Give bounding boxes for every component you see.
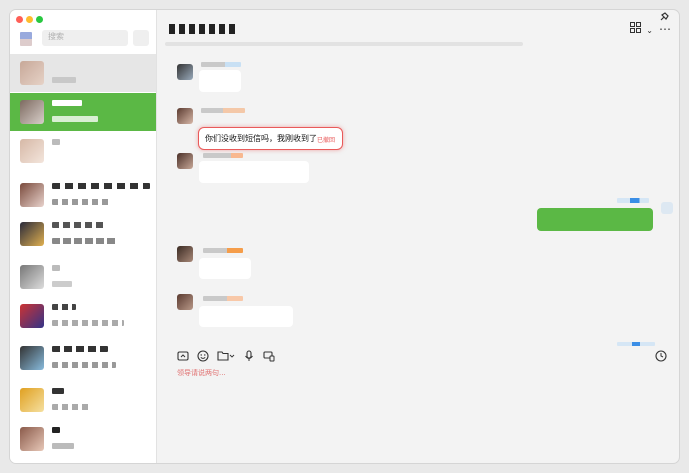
conversation-name [52,139,60,145]
sender-name [201,108,245,113]
sender-name [203,153,243,158]
mic-icon[interactable] [243,350,255,365]
conversation-preview [52,320,124,326]
search-placeholder: 搜索 [48,32,64,41]
message-input[interactable]: 领导请说两句... [177,368,226,378]
conversation-preview [52,362,116,368]
conversation-item[interactable] [10,54,156,92]
close-window-button[interactable] [16,16,23,23]
conversation-preview [52,443,74,449]
chat-panel: ⌄ ⋯ 你们没收到短信吗，我刚收到了 已撤回 领导请说两句... [157,10,679,463]
sender-name [201,62,241,67]
conversation-item[interactable] [10,420,156,458]
header-icons: ⌄ ⋯ [624,22,671,37]
avatar [20,265,44,289]
folder-icon[interactable] [177,350,189,365]
avatar[interactable] [177,108,193,124]
message-bubble[interactable] [199,70,241,92]
conversation-sidebar: 搜索 [10,10,157,463]
conversation-item[interactable] [10,215,156,253]
conversation-name [52,183,150,189]
avatar [20,183,44,207]
avatar [20,304,44,328]
conversation-item[interactable] [10,132,156,170]
avatar [20,100,44,124]
conversation-preview [52,238,118,244]
avatar [20,139,44,163]
input-toolbar [177,350,283,365]
conversation-name [52,427,60,433]
conversation-preview [52,199,112,205]
avatar[interactable] [177,246,193,262]
avatar[interactable] [177,64,193,80]
own-name [617,198,649,203]
avatar[interactable] [177,294,193,310]
read-receipt [617,342,655,346]
sender-name [203,296,243,301]
own-message-bubble[interactable] [537,208,653,231]
zoom-window-button[interactable] [36,16,43,23]
minimize-window-button[interactable] [26,16,33,23]
avatar [20,346,44,370]
conversation-item-selected[interactable] [10,93,156,131]
conversation-item[interactable] [10,339,156,377]
conversation-preview [52,404,92,410]
avatar [20,222,44,246]
add-chat-button[interactable] [133,30,149,46]
grid-icon[interactable] [630,22,645,37]
conversation-item[interactable] [10,381,156,419]
avatar [20,388,44,412]
conversation-name [52,265,60,271]
message-bubble[interactable] [199,258,251,279]
conversation-preview [52,281,72,287]
conversation-name [52,346,108,352]
conversation-name [52,100,82,106]
more-icon[interactable]: ⋯ [659,22,671,36]
search-input[interactable]: 搜索 [42,30,128,46]
file-icon[interactable] [217,350,235,365]
sender-name [203,248,243,253]
chat-subheader-bar [165,42,523,46]
message-bubble[interactable] [199,161,309,183]
emoji-icon[interactable] [197,350,209,365]
user-avatar[interactable] [20,32,32,46]
conversation-name [52,304,76,310]
conversation-name [52,222,106,228]
recalled-message-text: 你们没收到短信吗，我刚收到了 [205,134,317,143]
conversation-item[interactable] [10,297,156,335]
screen-icon[interactable] [263,350,275,365]
chevron-down-icon[interactable]: ⌄ [646,26,653,35]
chat-title [169,24,237,34]
conversation-item[interactable] [10,176,156,214]
avatar[interactable] [177,153,193,169]
conversation-item[interactable] [10,258,156,296]
avatar [20,61,44,85]
own-avatar[interactable] [661,202,673,214]
conversation-name [52,388,64,394]
recalled-message-bubble[interactable]: 你们没收到短信吗，我刚收到了 已撤回 [198,127,343,150]
clock-icon[interactable] [655,350,667,365]
conversation-preview [52,77,76,83]
app-window: 搜索 ⌄ ⋯ 你们没收到短信吗，我刚收到了 已撤回 领导请说两句... [10,10,679,463]
conversation-preview [52,116,98,122]
avatar [20,427,44,451]
recalled-status-label: 已撤回 [317,137,336,144]
message-bubble[interactable] [199,306,293,327]
